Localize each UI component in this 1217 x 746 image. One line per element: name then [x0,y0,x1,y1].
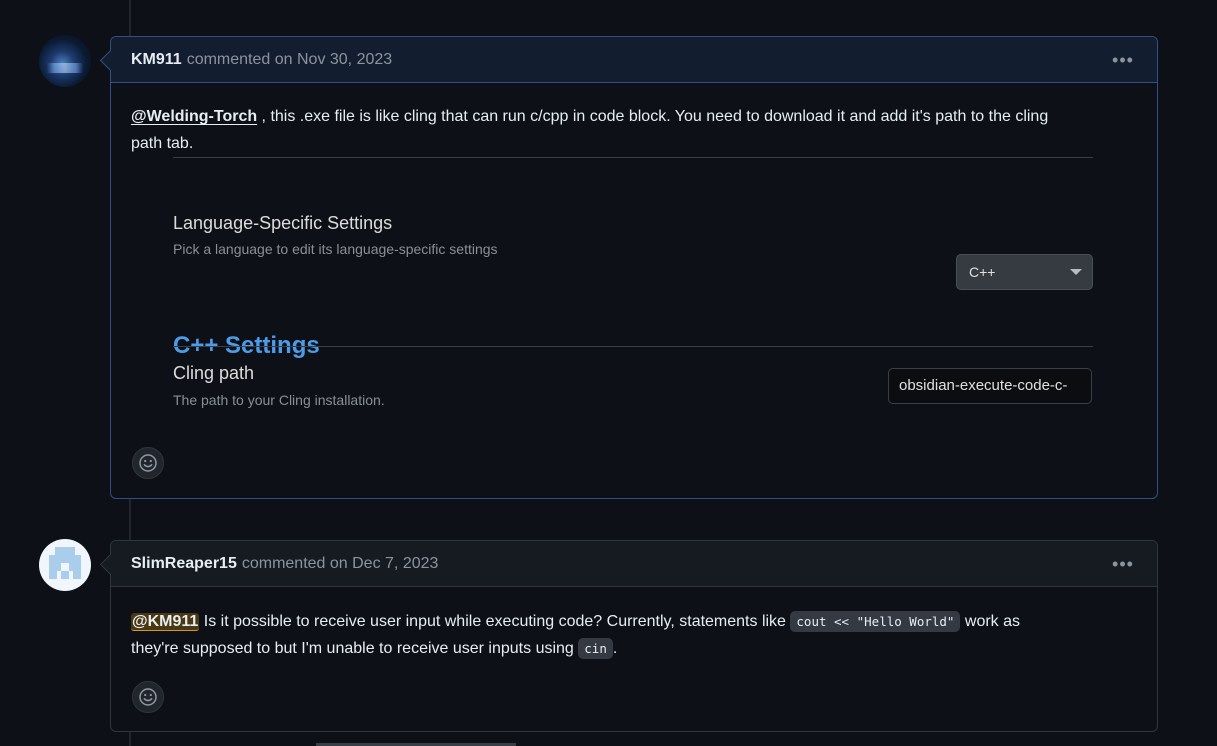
chevron-down-icon [1070,269,1082,275]
setting-desc-language: Pick a language to edit its language-spe… [173,241,498,257]
user-mention[interactable]: @Welding-Torch [131,108,257,125]
avatar-slimreaper15[interactable] [39,539,91,591]
setting-title-language: Language-Specific Settings [173,213,393,233]
inline-code: cout << "Hello World" [790,611,961,632]
add-reaction-button[interactable] [132,681,164,713]
setting-desc-cling: The path to your Cling installation. [173,392,385,408]
comment-text: they're supposed to but I'm unable to re… [131,640,579,657]
comment-body: @KM911 Is it possible to receive user in… [111,608,1157,662]
kebab-horizontal-icon[interactable]: ••• [1109,555,1137,573]
comment-timestamp[interactable]: commented on Dec 7, 2023 [242,555,439,573]
cling-path-input[interactable]: obsidian-execute-code-c- [888,368,1092,404]
smiley-icon [139,688,157,706]
avatar-km911[interactable] [39,35,91,87]
comment-text: Is it possible to receive user input whi… [199,613,791,630]
comment-text: , this .exe file is like cling that can … [257,108,1049,125]
comment-body: @Welding-Torch , this .exe file is like … [111,37,1157,157]
comment-header: SlimReaper15 commented on Dec 7, 2023 ••… [111,541,1157,587]
user-mention[interactable]: @KM911 [131,613,200,631]
language-select[interactable]: C++ [956,254,1093,290]
language-select-value: C++ [969,264,996,280]
divider [173,346,1093,347]
comment-author[interactable]: SlimReaper15 [131,555,237,573]
comment-text: . [612,640,618,657]
add-reaction-button[interactable] [132,447,164,479]
comment-text-line2: path tab. [131,135,194,152]
comment-km911: KM911 commented on Nov 30, 2023 ••• @Wel… [99,36,1158,499]
comment-slimreaper15: SlimReaper15 commented on Dec 7, 2023 ••… [99,540,1158,732]
setting-title-cling: Cling path [173,363,255,383]
issue-timeline: KM911 commented on Nov 30, 2023 ••• @Wel… [0,0,1217,746]
divider [173,157,1093,158]
inline-code: cin [578,638,613,659]
comment-text: work as [960,613,1021,630]
smiley-icon [139,454,157,472]
